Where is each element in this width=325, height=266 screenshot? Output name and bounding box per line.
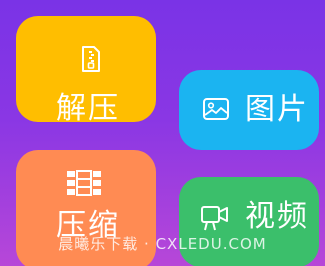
unzip-label: 解压 [56, 91, 120, 126]
images-tile[interactable]: 图片 [179, 70, 319, 150]
zip-file-icon [81, 46, 101, 76]
app-screen: 解压 图片 压缩 视频 晨曦乐下载 · CXLEDU.COM [0, 0, 325, 266]
unzip-tile[interactable]: 解压 [16, 16, 156, 126]
compress-icon [66, 170, 102, 200]
watermark-text: 晨曦乐下载 · CXLEDU.COM [58, 235, 267, 253]
image-icon [203, 98, 229, 124]
video-camera-icon [201, 205, 229, 235]
video-label: 视频 [245, 199, 309, 234]
images-label: 图片 [245, 92, 309, 127]
